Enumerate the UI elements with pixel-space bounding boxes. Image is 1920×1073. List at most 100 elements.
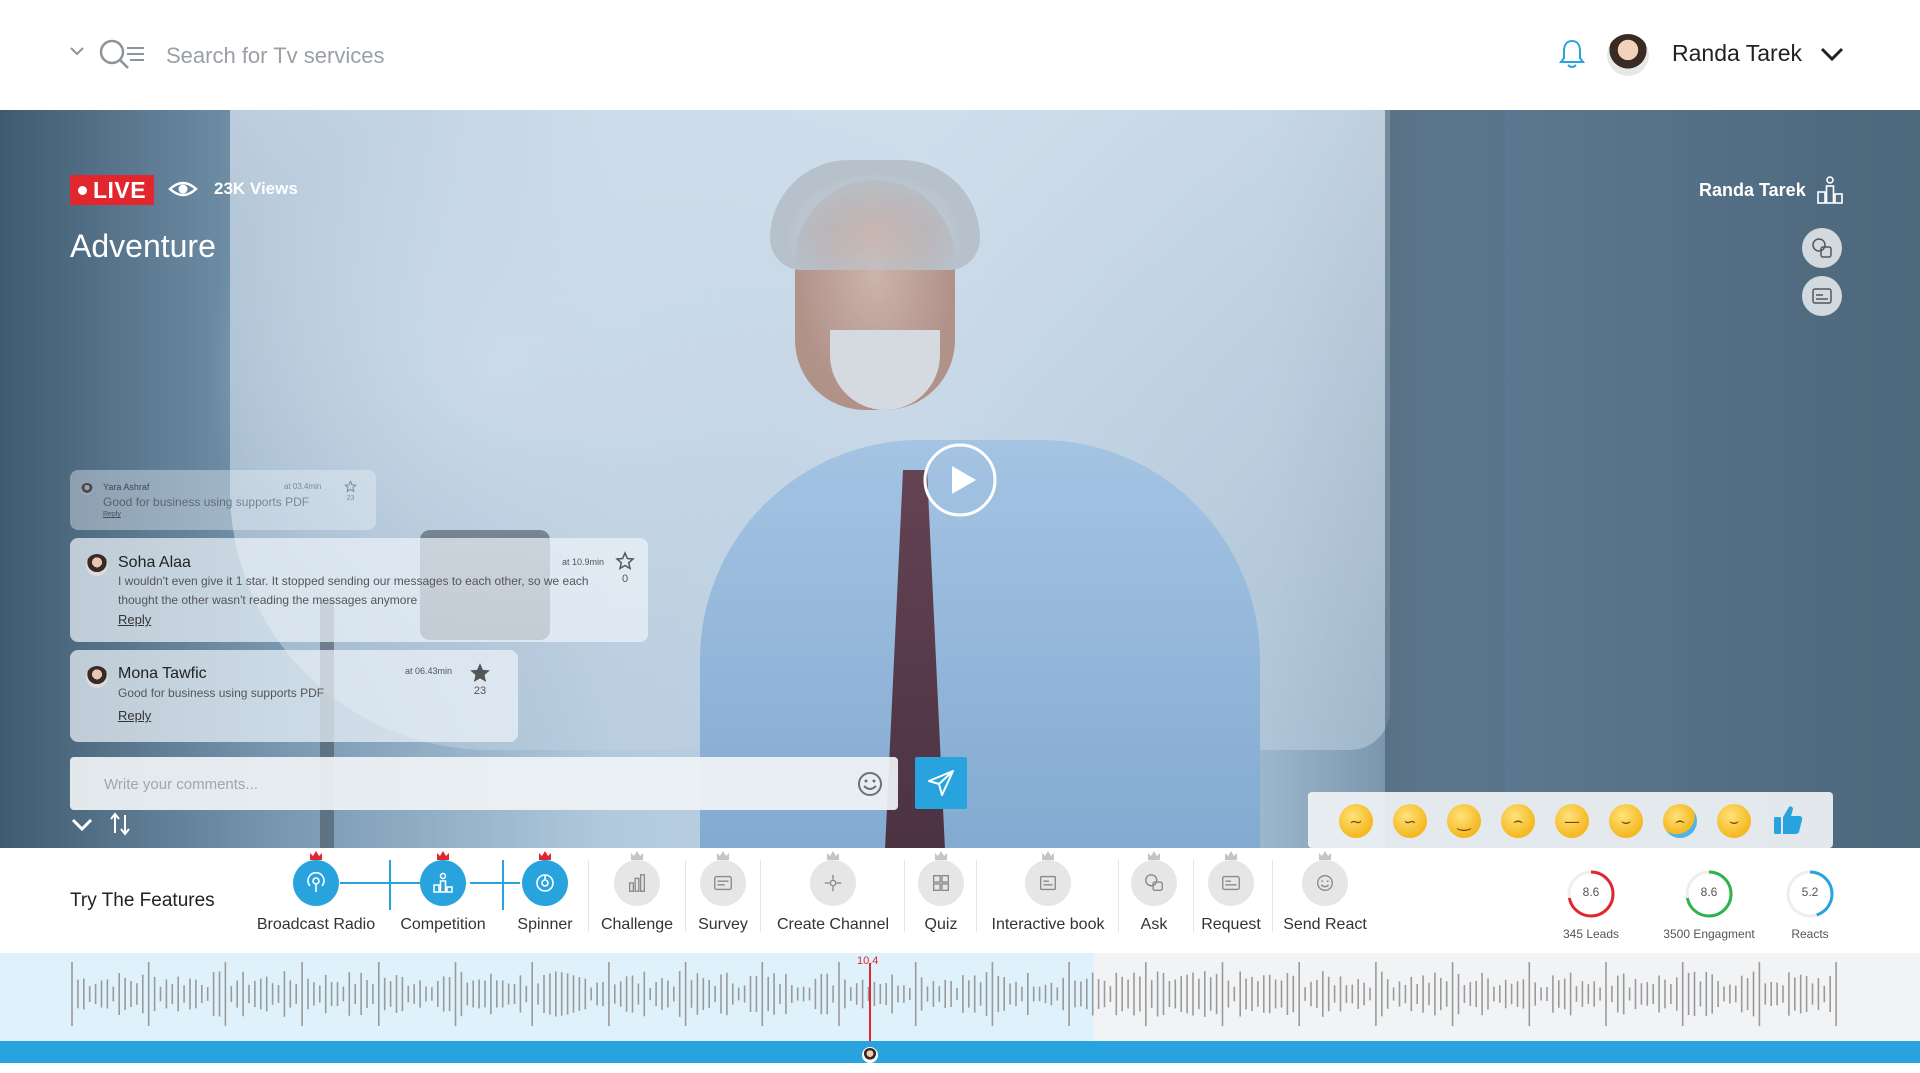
comment-text: I wouldn't even give it 1 star. It stopp…: [118, 574, 589, 607]
chevron-down-icon[interactable]: [68, 42, 86, 60]
subtitles-button[interactable]: [1802, 276, 1842, 316]
comment-author: Soha Alaa: [118, 554, 191, 571]
timeline[interactable]: 10.4: [0, 953, 1920, 1059]
star-count: 23: [346, 495, 355, 502]
comment-item: Yara Ashraf at 03.4min Good for business…: [70, 470, 376, 530]
feature-label: Send React: [1283, 916, 1367, 933]
laughing-face-icon[interactable]: ⌣: [1609, 804, 1643, 838]
feature-create-channel[interactable]: Create Channel: [766, 851, 900, 934]
avatar[interactable]: [1607, 34, 1649, 76]
comment-item: Mona Tawfic at 06.43min Good for busines…: [70, 650, 518, 742]
bell-icon[interactable]: [1558, 38, 1586, 70]
translate-icon: [1812, 238, 1832, 258]
channel-icon: [824, 874, 842, 892]
translate-button[interactable]: [1802, 228, 1842, 268]
waveform: [71, 962, 1837, 1026]
comment-time: at 06.43min: [405, 666, 453, 676]
radio-icon: [307, 871, 325, 892]
play-icon[interactable]: [922, 442, 998, 518]
thumbs-up-icon[interactable]: [1770, 802, 1806, 838]
emoji-icon[interactable]: [856, 770, 884, 798]
comment-time: at 10.9min: [562, 557, 605, 567]
feature-label: Broadcast Radio: [256, 916, 376, 933]
feature-survey[interactable]: Survey: [689, 851, 757, 934]
video-title: Adventure: [70, 228, 216, 264]
react-icon: [1316, 874, 1334, 892]
send-icon: [928, 770, 954, 796]
view-count: 23K Views: [214, 179, 298, 198]
top-header: Randa Tarek: [0, 0, 1920, 110]
timeline-handle[interactable]: [862, 1047, 878, 1063]
yum-face-icon[interactable]: ‿: [1447, 804, 1481, 838]
feature-challenge[interactable]: Challenge: [592, 851, 682, 934]
avatar: [86, 554, 108, 576]
search-input[interactable]: [166, 36, 766, 76]
annoyed-face-icon[interactable]: —: [1555, 804, 1589, 838]
video-player[interactable]: LIVE 23K Views Adventure Randa Tarek Yar…: [0, 110, 1920, 848]
stat-value: 5.2: [1801, 885, 1819, 899]
chevron-down-icon[interactable]: [70, 815, 94, 835]
live-badge: LIVE: [70, 175, 154, 205]
feature-connector: [502, 860, 504, 910]
feature-label: Request: [1201, 916, 1261, 933]
crown-icon: [437, 851, 449, 860]
feature-request[interactable]: Request: [1198, 851, 1264, 934]
feature-interactive-book[interactable]: Interactive book: [982, 851, 1114, 934]
feature-label: Create Channel: [776, 916, 890, 933]
star-count: 23: [473, 685, 487, 697]
reply-link[interactable]: Reply: [118, 612, 151, 627]
comment-author: Mona Tawfic: [118, 665, 207, 682]
features-title: Try The Features: [70, 890, 215, 911]
stat-leads: 8.6 345 Leads: [1531, 868, 1651, 941]
crown-icon: [1319, 851, 1331, 860]
crown-icon: [1042, 851, 1054, 860]
survey-icon: [714, 875, 732, 891]
comment-item: Soha Alaa at 10.9min I wouldn't even giv…: [70, 538, 648, 642]
comment-input[interactable]: [104, 771, 804, 797]
book-icon: [1039, 875, 1057, 891]
feature-label: Competition: [400, 916, 486, 933]
feature-label: Spinner: [517, 916, 573, 933]
reply-link[interactable]: Reply: [103, 511, 121, 518]
spinner-icon: [536, 874, 554, 892]
user-name[interactable]: Randa Tarek: [1672, 40, 1802, 67]
podium-icon: [1817, 176, 1843, 204]
crown-icon: [827, 851, 839, 860]
host-name[interactable]: Randa Tarek: [1699, 180, 1806, 201]
live-label: LIVE: [92, 176, 147, 203]
timeline-track[interactable]: [0, 1041, 1920, 1063]
feature-spinner[interactable]: Spinner: [505, 851, 585, 934]
sort-icon[interactable]: [109, 811, 131, 837]
crying-face-icon[interactable]: ⌢: [1663, 804, 1697, 838]
ask-icon: [1145, 874, 1163, 892]
competition-icon: [433, 872, 453, 893]
timeline-marker-label: 10.4: [857, 955, 879, 967]
search-icon[interactable]: [98, 38, 146, 72]
crown-icon: [717, 851, 729, 860]
star-icon[interactable]: [615, 551, 635, 571]
feature-broadcast-radio[interactable]: Broadcast Radio: [251, 851, 381, 934]
confused-face-icon[interactable]: ∼: [1339, 804, 1373, 838]
chevron-down-icon[interactable]: [1819, 44, 1845, 64]
feature-label: Interactive book: [991, 916, 1105, 933]
crown-icon: [1148, 851, 1160, 860]
challenge-icon: [628, 874, 646, 892]
feature-competition[interactable]: Competition: [388, 851, 498, 934]
reply-link[interactable]: Reply: [118, 708, 151, 723]
subtitles-icon: [1812, 288, 1832, 304]
feature-ask[interactable]: Ask: [1124, 851, 1184, 934]
smirk-face-icon[interactable]: ⌣: [1717, 804, 1751, 838]
frown-face-icon[interactable]: ⌢: [1501, 804, 1535, 838]
comment-text: Good for business using supports PDF: [118, 686, 325, 700]
feature-label: Ask: [1140, 916, 1168, 933]
crown-icon: [310, 851, 322, 860]
crown-icon: [631, 851, 643, 860]
star-icon[interactable]: [344, 480, 357, 493]
features-bar: Try The Features Broadcast Radio Competi…: [0, 848, 1920, 953]
feature-quiz[interactable]: Quiz: [910, 851, 972, 934]
crazy-face-icon[interactable]: ∽: [1393, 804, 1427, 838]
feature-send-react[interactable]: Send React: [1276, 851, 1374, 934]
star-icon[interactable]: [470, 663, 490, 683]
request-icon: [1222, 875, 1240, 891]
send-button[interactable]: [915, 757, 967, 809]
